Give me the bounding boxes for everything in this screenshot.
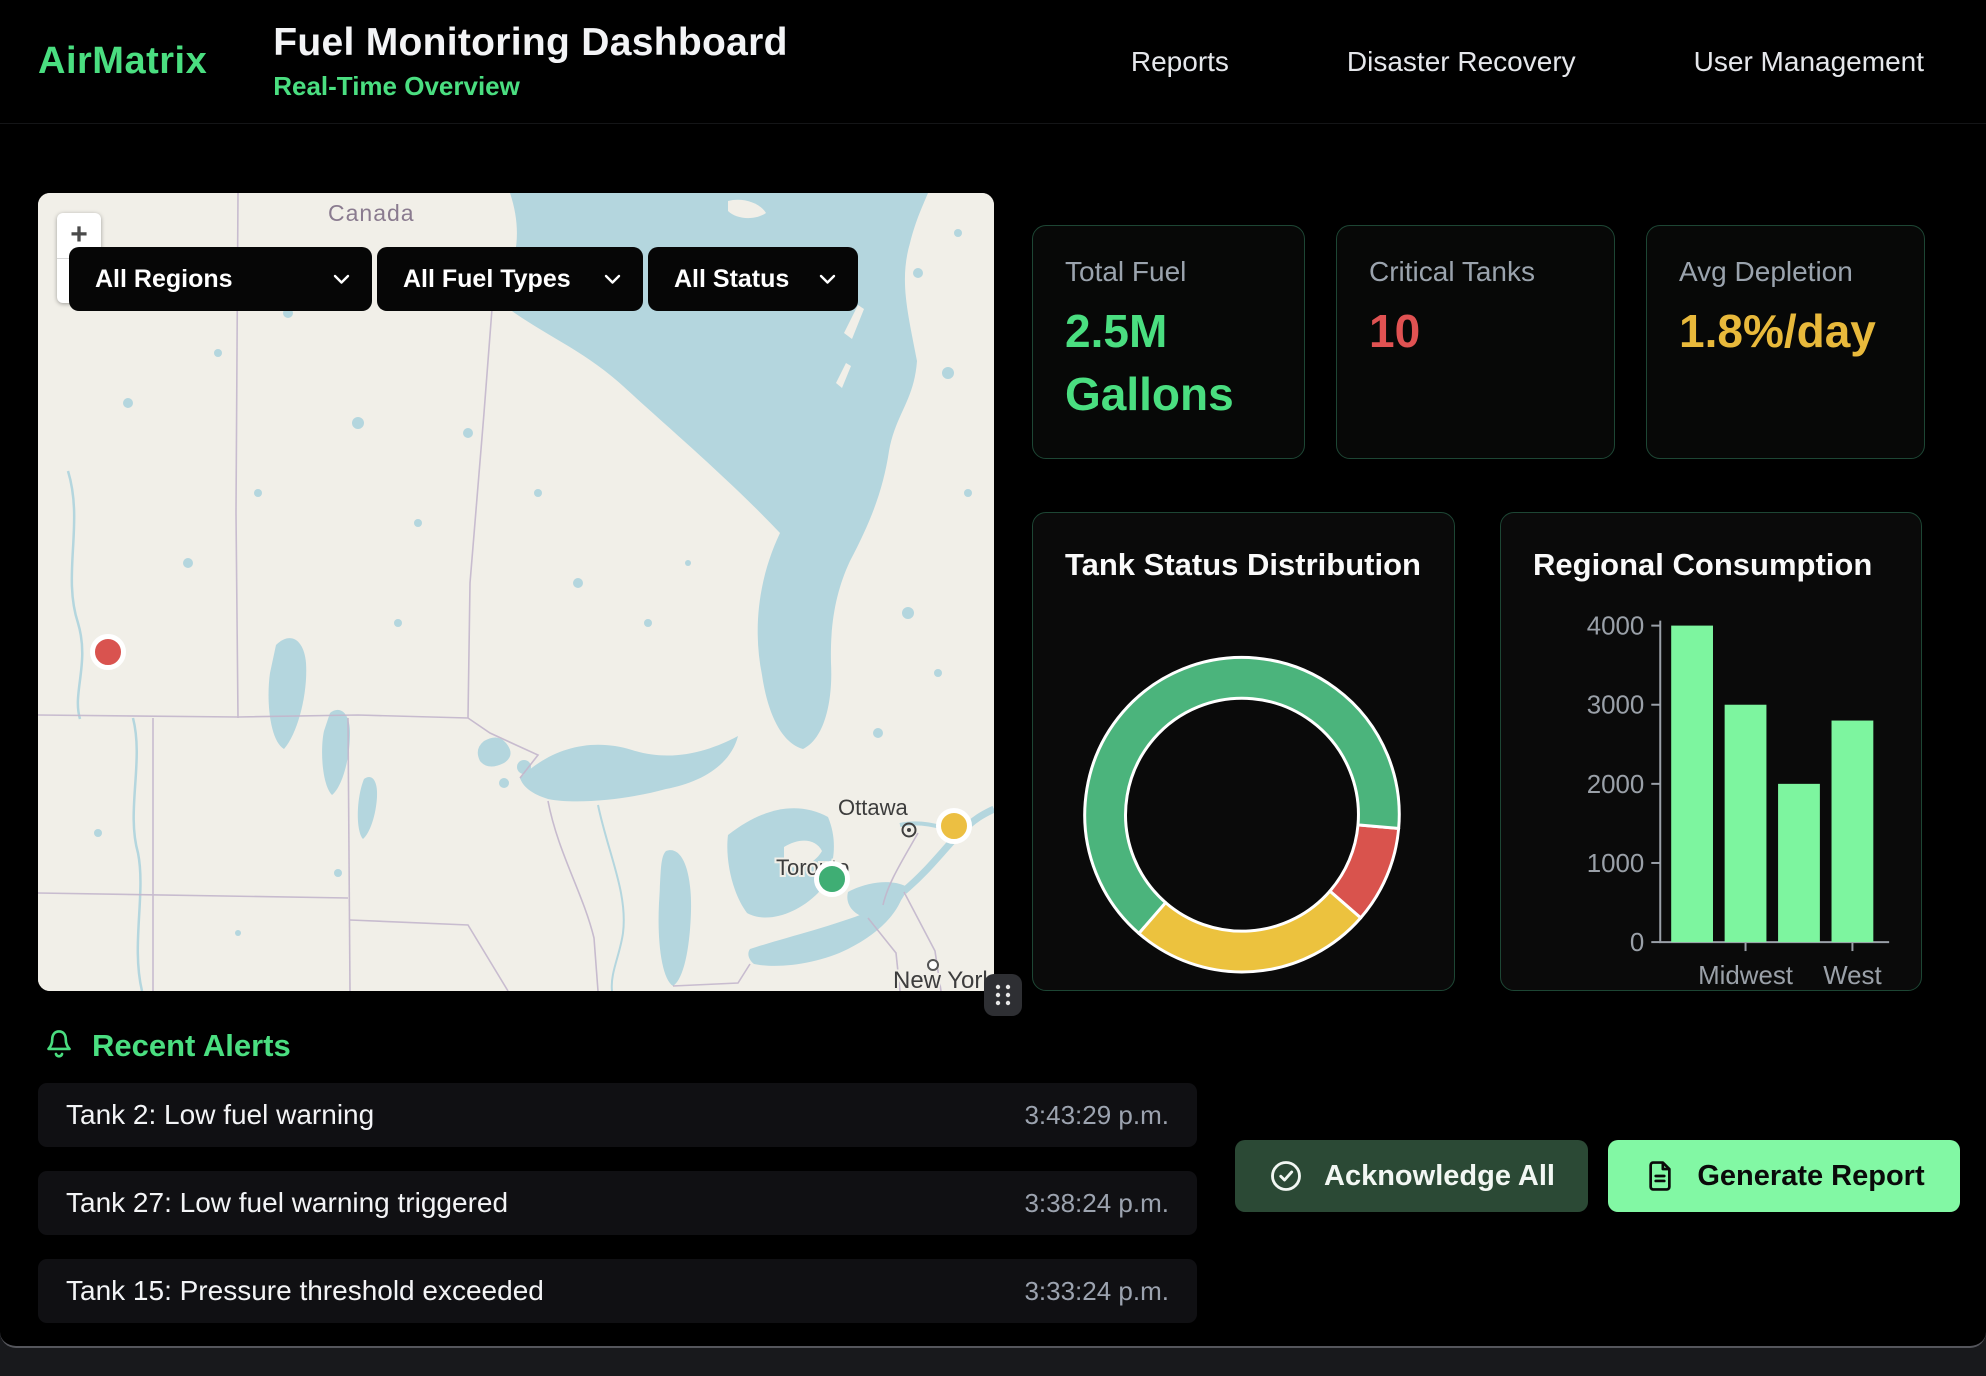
stat-label: Avg Depletion (1679, 256, 1892, 288)
donut-segment-warning[interactable] (1139, 891, 1361, 972)
alerts-header: Recent Alerts (42, 1028, 291, 1064)
region-filter-dropdown[interactable]: All Regions (69, 247, 372, 311)
bar-region-0[interactable] (1671, 626, 1713, 942)
label-new-york: New York (893, 967, 994, 991)
brand-logo: AirMatrix (38, 40, 207, 83)
fuel-type-filter-value: All Fuel Types (403, 265, 571, 294)
chevron-down-icon (604, 274, 621, 285)
alert-text: Tank 15: Pressure threshold exceeded (66, 1275, 544, 1307)
header: AirMatrix Fuel Monitoring Dashboard Real… (0, 0, 1986, 124)
bar-region-3[interactable] (1832, 721, 1874, 943)
chevron-down-icon (819, 274, 836, 285)
y-tick-label: 1000 (1587, 850, 1645, 878)
y-tick-label: 2000 (1587, 771, 1645, 799)
alert-time: 3:43:29 p.m. (1024, 1100, 1169, 1131)
alert-time: 3:38:24 p.m. (1024, 1188, 1169, 1219)
alert-row[interactable]: Tank 2: Low fuel warning 3:43:29 p.m. (38, 1083, 1197, 1147)
resize-grip-icon[interactable] (984, 974, 1022, 1016)
alert-time: 3:33:24 p.m. (1024, 1276, 1169, 1307)
nav-user-management[interactable]: User Management (1694, 46, 1924, 78)
alerts-title: Recent Alerts (92, 1028, 291, 1064)
generate-report-button[interactable]: Generate Report (1608, 1140, 1960, 1212)
fuel-map[interactable]: Canada Ottawa Toronto New York + − All R… (38, 193, 994, 991)
map-filterbar: All Regions All Fuel Types All Status (69, 247, 858, 311)
status-filter-dropdown[interactable]: All Status (648, 247, 858, 311)
stat-value-critical-tanks: 10 (1369, 300, 1582, 363)
stat-value-total-fuel: 2.5M Gallons (1065, 300, 1272, 425)
bell-icon (42, 1028, 76, 1064)
page-title: Fuel Monitoring Dashboard (273, 21, 787, 65)
page-subtitle: Real-Time Overview (273, 71, 787, 102)
acknowledge-all-label: Acknowledge All (1324, 1160, 1555, 1193)
tank-marker-normal[interactable] (817, 864, 848, 895)
alert-row[interactable]: Tank 27: Low fuel warning triggered 3:38… (38, 1171, 1197, 1235)
tank-marker-critical[interactable] (93, 637, 124, 668)
grip-dots (994, 983, 1012, 1007)
main-nav: Reports Disaster Recovery User Managemen… (1131, 46, 1924, 78)
alert-text: Tank 2: Low fuel warning (66, 1099, 374, 1131)
file-text-icon (1643, 1158, 1677, 1194)
status-filter-value: All Status (674, 265, 789, 294)
y-tick-label: 4000 (1587, 613, 1645, 641)
label-canada: Canada (328, 200, 415, 226)
nav-reports[interactable]: Reports (1131, 46, 1229, 78)
title-block: Fuel Monitoring Dashboard Real-Time Over… (273, 21, 787, 102)
fuel-type-filter-dropdown[interactable]: All Fuel Types (377, 247, 643, 311)
stat-card-total-fuel: Total Fuel 2.5M Gallons (1032, 225, 1305, 459)
stat-label: Total Fuel (1065, 256, 1272, 288)
region-filter-value: All Regions (95, 265, 233, 294)
nav-disaster-recovery[interactable]: Disaster Recovery (1347, 46, 1576, 78)
tank-status-donut (1033, 513, 1454, 990)
x-tick-label: Midwest (1698, 962, 1793, 990)
stat-card-critical-tanks: Critical Tanks 10 (1336, 225, 1615, 459)
regional-consumption-bars: 0 1000 2000 3000 4000 Midwest West (1501, 513, 1921, 990)
generate-report-label: Generate Report (1697, 1160, 1924, 1193)
alert-text: Tank 27: Low fuel warning triggered (66, 1187, 508, 1219)
stat-card-avg-depletion: Avg Depletion 1.8%/​day (1646, 225, 1925, 459)
check-circle-icon (1268, 1158, 1304, 1194)
regional-consumption-card: Regional Consumption 01000200030004000Mi… (1500, 512, 1922, 991)
y-tick-label: 0 (1630, 929, 1644, 957)
stat-value-avg-depletion: 1.8%/​day (1679, 300, 1892, 363)
tank-marker-warning[interactable] (939, 811, 970, 842)
tank-status-card: Tank Status Distribution (1032, 512, 1455, 991)
label-ottawa: Ottawa (838, 795, 908, 820)
chevron-down-icon (333, 274, 350, 285)
stat-label: Critical Tanks (1369, 256, 1582, 288)
alert-row[interactable]: Tank 15: Pressure threshold exceeded 3:3… (38, 1259, 1197, 1323)
bar-region-1[interactable] (1725, 705, 1767, 942)
bar-region-2[interactable] (1778, 784, 1820, 942)
y-tick-label: 3000 (1587, 692, 1645, 720)
map-canvas: Canada Ottawa Toronto New York (38, 193, 994, 991)
acknowledge-all-button[interactable]: Acknowledge All (1235, 1140, 1588, 1212)
x-tick-label: West (1823, 962, 1881, 990)
dashboard-app: AirMatrix Fuel Monitoring Dashboard Real… (0, 0, 1986, 1348)
